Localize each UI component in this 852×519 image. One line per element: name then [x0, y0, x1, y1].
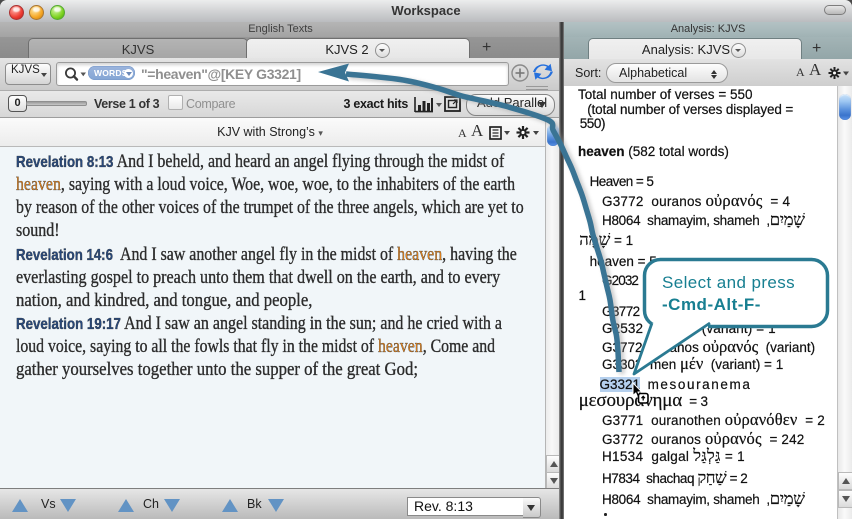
- svg-text:-Cmd-Alt-F-: -Cmd-Alt-F-: [662, 295, 761, 314]
- svg-text:Select and press: Select and press: [662, 273, 795, 292]
